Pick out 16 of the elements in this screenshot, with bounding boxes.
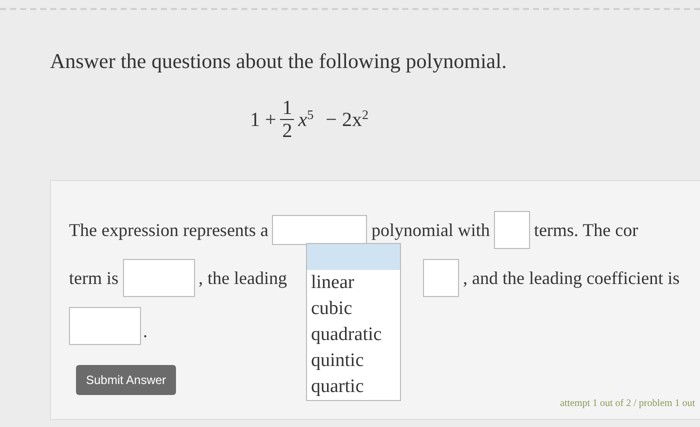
question-text: The expression represents a	[69, 218, 268, 242]
question-heading: Answer the questions about the following polynomial.	[50, 48, 508, 75]
submit-button[interactable]: Submit Answer	[76, 365, 176, 395]
answer-box[interactable]	[122, 259, 194, 297]
question-text: , and the leading coefficient is	[462, 266, 680, 290]
question-text: terms. The cor	[534, 218, 638, 242]
answer-box[interactable]	[422, 259, 459, 297]
answer-box[interactable]	[69, 307, 141, 345]
question-text: polynomial with	[371, 218, 490, 242]
question-text: , the leading	[198, 266, 287, 290]
attempt-info: attempt 1 out of 2 / problem 1 out	[560, 397, 695, 411]
question-text: .	[143, 320, 148, 343]
dropdown-option[interactable]	[307, 244, 400, 270]
answer-box[interactable]	[494, 211, 530, 249]
type-dropdown[interactable]	[272, 215, 368, 245]
question-text: term is	[69, 266, 118, 290]
